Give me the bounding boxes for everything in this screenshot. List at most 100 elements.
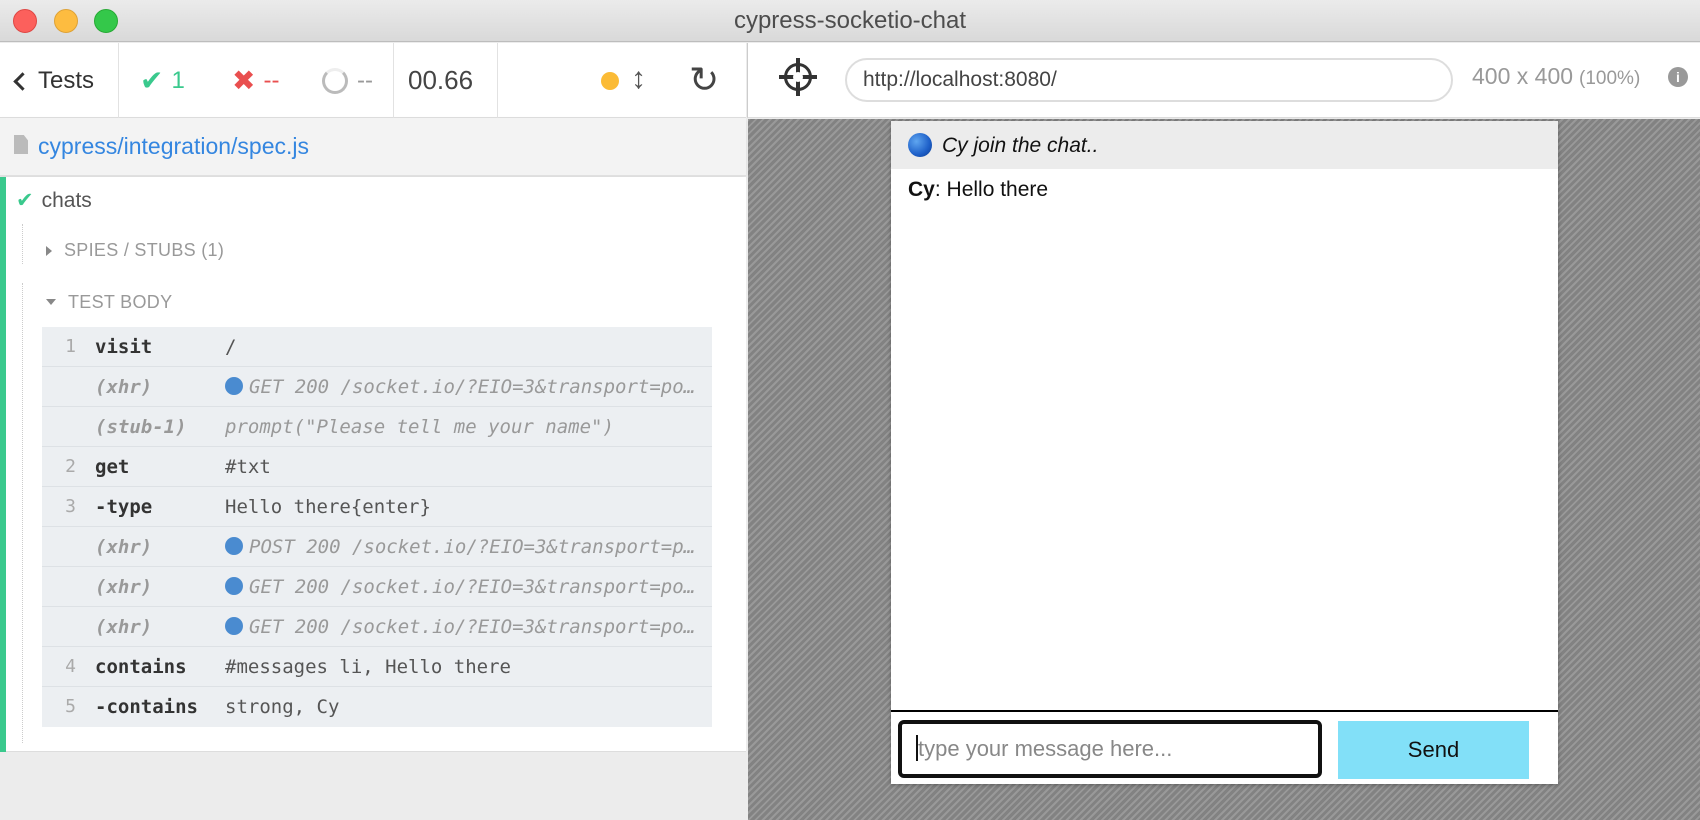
command-message-text: GET 200 /socket.io/?EIO=3&transport=poll… — [249, 616, 705, 638]
checkmark-icon: ✔ — [140, 65, 164, 96]
aut-header: http://localhost:8080/ 400 x 400 (100%) i — [747, 43, 1700, 118]
send-button[interactable]: Send — [1338, 721, 1529, 779]
command-number: 2 — [65, 456, 76, 477]
pending-count[interactable]: -- — [322, 43, 373, 118]
message-form: type your message here... Send — [891, 710, 1558, 784]
command-message-text: #txt — [225, 456, 271, 478]
command-message: GET 200 /socket.io/?EIO=3&transport=poll… — [225, 376, 705, 398]
file-icon — [14, 135, 28, 154]
reload-icon[interactable]: ↻ — [689, 59, 719, 101]
chevron-left-icon — [13, 71, 32, 91]
command-row[interactable]: (xhr) GET 200 /socket.io/?EIO=3&transport… — [42, 367, 712, 407]
command-row[interactable]: (xhr) GET 200 /socket.io/?EIO=3&transport… — [42, 567, 712, 607]
command-message: Hello there{enter} — [225, 496, 705, 518]
command-message-text: / — [225, 336, 237, 358]
failed-count[interactable]: ✖ -- — [232, 43, 279, 118]
window-title: cypress-socketio-chat — [733, 7, 967, 34]
command-message-text: GET 200 /socket.io/?EIO=3&transport=poll… — [249, 576, 705, 598]
command-row[interactable]: 4 contains #messages li, Hello there — [42, 647, 712, 687]
reporter-header: Tests ✔ 1 ✖ -- -- 00.66 ↕ ↻ — [0, 43, 746, 118]
command-name: (stub-1) — [95, 416, 187, 438]
divider — [497, 43, 498, 118]
command-row[interactable]: (stub-1) prompt("Please tell me your name… — [42, 407, 712, 447]
app-under-test: Cy join the chat.. Cy: Hello there type … — [891, 121, 1558, 784]
join-text: Cy join the chat.. — [942, 134, 1099, 157]
failed-count-value: -- — [263, 66, 280, 94]
passed-indicator-bar — [0, 177, 6, 752]
command-message-text: POST 200 /socket.io/?EIO=3&transport=pol… — [249, 536, 705, 558]
command-row[interactable]: (xhr) POST 200 /socket.io/?EIO=3&transpor… — [42, 527, 712, 567]
chat-message: Cy: Hello there — [908, 178, 1048, 202]
command-message-text: #messages li, Hello there — [225, 656, 511, 678]
tests-button-label: Tests — [38, 66, 95, 94]
tree-guide — [22, 224, 23, 264]
message-text: : Hello there — [934, 178, 1049, 201]
command-number: 4 — [65, 656, 76, 677]
command-name: -contains — [95, 696, 198, 718]
command-name: get — [95, 456, 130, 478]
tests-button[interactable]: Tests — [13, 43, 95, 118]
test-body-label: TEST BODY — [68, 292, 173, 312]
command-row[interactable]: (xhr) GET 200 /socket.io/?EIO=3&transport… — [42, 607, 712, 647]
command-message-text: GET 200 /socket.io/?EIO=3&transport=poll… — [249, 376, 705, 398]
message-user: Cy — [908, 178, 935, 201]
command-message: #messages li, Hello there — [225, 656, 705, 678]
command-row[interactable]: 5 -contains strong, Cy — [42, 687, 712, 727]
spinner-icon — [322, 67, 348, 94]
command-message-text: prompt("Please tell me your name") — [225, 416, 614, 438]
command-name: (xhr) — [95, 576, 153, 598]
command-name: visit — [95, 336, 153, 358]
viewport-size: 400 x 400 (100%) — [1472, 63, 1640, 90]
command-name: (xhr) — [95, 536, 153, 558]
tree-guide — [22, 283, 23, 743]
xhr-status-dot — [225, 377, 243, 395]
command-message-text: Hello there{enter} — [225, 496, 431, 518]
x-icon: ✖ — [232, 65, 256, 96]
passed-count[interactable]: ✔ 1 — [140, 43, 185, 118]
checkmark-icon: ✔ — [16, 189, 34, 212]
test-title-label: chats — [41, 189, 92, 212]
running-status-dot — [601, 72, 619, 90]
command-row[interactable]: 1 visit / — [42, 327, 712, 367]
passed-count-value: 1 — [171, 66, 185, 94]
spies-stubs-label: SPIES / STUBS (1) — [64, 240, 225, 260]
command-message: prompt("Please tell me your name") — [225, 416, 705, 438]
message-input-placeholder: type your message here... — [918, 736, 1173, 761]
xhr-status-dot — [225, 577, 243, 595]
url-bar[interactable]: http://localhost:8080/ — [845, 58, 1453, 102]
reporter-body: ✔ chats SPIES / STUBS (1) TEST BODY 1 visi… — [0, 177, 746, 752]
command-row[interactable]: 3 -type Hello there{enter} — [42, 487, 712, 527]
command-message: GET 200 /socket.io/?EIO=3&transport=poll… — [225, 616, 705, 638]
xhr-status-dot — [225, 537, 243, 555]
caret-right-icon — [46, 246, 52, 256]
viewport-scale: (100%) — [1579, 68, 1641, 89]
spec-path-link[interactable]: cypress/integration/spec.js — [38, 133, 309, 160]
command-number: 3 — [65, 496, 76, 517]
duration: 00.66 — [408, 65, 474, 95]
command-message: / — [225, 336, 705, 358]
command-number: 1 — [65, 336, 76, 357]
command-number: 5 — [65, 696, 76, 717]
pending-count-value: -- — [357, 66, 373, 94]
info-icon[interactable]: i — [1668, 67, 1688, 87]
command-name: -type — [95, 496, 153, 518]
caret-down-icon — [46, 299, 56, 305]
test-title[interactable]: ✔ chats — [16, 188, 92, 213]
command-name: (xhr) — [95, 616, 153, 638]
window-titlebar: cypress-socketio-chat — [0, 0, 1700, 42]
join-notice: Cy join the chat.. — [891, 121, 1558, 169]
command-row[interactable]: 2 get #txt — [42, 447, 712, 487]
message-input[interactable]: type your message here... — [898, 720, 1322, 778]
test-body-section[interactable]: TEST BODY — [46, 292, 172, 313]
auto-scroll-toggle-icon[interactable]: ↕ — [631, 62, 646, 96]
command-message-text: strong, Cy — [225, 696, 340, 718]
viewport-dimensions: 400 x 400 — [1472, 63, 1574, 89]
divider — [393, 43, 394, 118]
spec-file-bar: cypress/integration/spec.js — [0, 118, 746, 176]
command-name: (xhr) — [95, 376, 153, 398]
command-message: strong, Cy — [225, 696, 705, 718]
xhr-status-dot — [225, 617, 243, 635]
command-message: #txt — [225, 456, 705, 478]
spies-stubs-section[interactable]: SPIES / STUBS (1) — [46, 240, 224, 261]
globe-icon — [908, 133, 932, 157]
